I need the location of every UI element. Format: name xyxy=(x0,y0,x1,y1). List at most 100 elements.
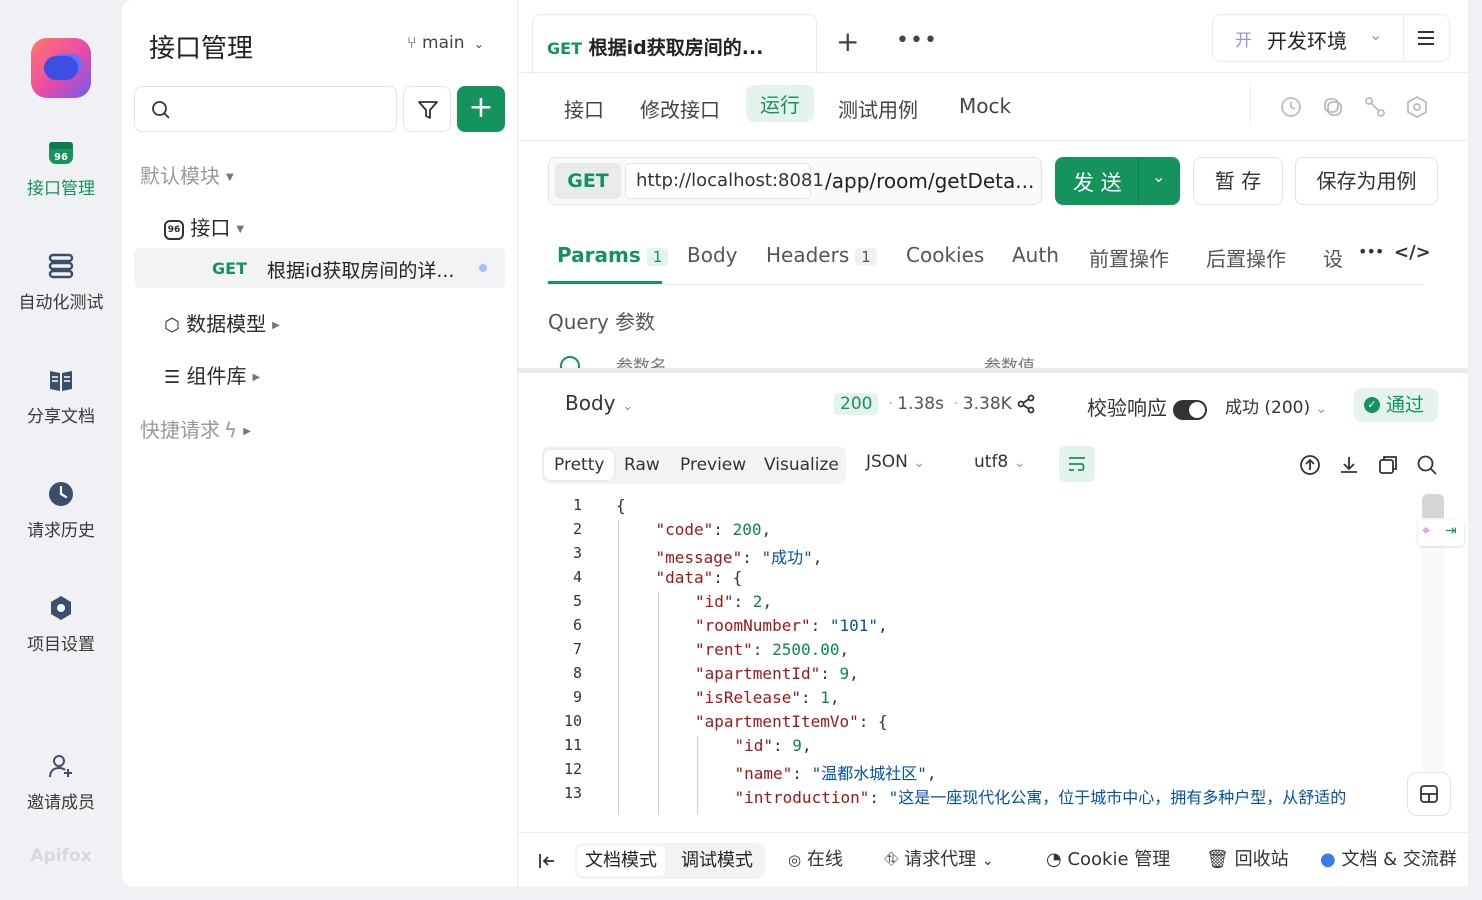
send-button[interactable]: 发 送 ⌄ xyxy=(1055,157,1180,205)
chevron-down-icon: ⌄ xyxy=(913,455,926,471)
cookie-manager[interactable]: ◔ Cookie 管理 xyxy=(1046,845,1170,871)
filter-button[interactable] xyxy=(403,86,451,132)
upload-icon[interactable] xyxy=(1299,454,1321,476)
response-result-select[interactable]: 成功 (200) ⌄ xyxy=(1225,393,1327,418)
tab-settings[interactable]: 设 xyxy=(1323,243,1343,272)
tab-count: 1 xyxy=(646,248,669,266)
collapse-sidebar-icon[interactable] xyxy=(538,852,556,870)
subtab-run[interactable]: 运行 xyxy=(746,85,814,122)
panel-resize-handle[interactable] xyxy=(518,368,1468,373)
add-button[interactable]: + xyxy=(457,86,505,132)
view-pretty[interactable]: Pretty xyxy=(544,450,615,480)
doc-mode-button[interactable]: 文档模式 xyxy=(577,846,665,876)
debug-mode-button[interactable]: 调试模式 xyxy=(673,846,761,876)
code-icon[interactable]: </> xyxy=(1394,242,1431,263)
subtab-api[interactable]: 接口 xyxy=(564,94,604,123)
view-visualize[interactable]: Visualize xyxy=(754,450,849,480)
rail-item-api[interactable]: 96 接口管理 xyxy=(0,138,122,199)
rail-item-history[interactable]: 请求历史 xyxy=(0,480,122,541)
response-code-editor[interactable]: 1 {2 "code": 200, 3 "message": "成功", 4 "data":… xyxy=(518,494,1468,814)
search-input[interactable] xyxy=(134,86,397,132)
tree-api-folder[interactable]: 96 接口 ▼ xyxy=(164,212,244,241)
clock-icon xyxy=(49,482,73,506)
chevron-down-icon[interactable]: ⌄ xyxy=(1152,167,1165,186)
branch-selector[interactable]: ⑂ main ⌄ xyxy=(407,33,484,53)
tab-active-request[interactable]: GET 根据id获取房间的... xyxy=(532,14,817,74)
request-proxy[interactable]: ⛗ 请求代理 ⌄ xyxy=(884,845,994,871)
method-select[interactable]: GET xyxy=(555,163,621,199)
rail-item-invite[interactable]: 邀请成员 xyxy=(0,752,122,813)
rail-item-share-docs[interactable]: 分享文档 xyxy=(0,366,122,427)
subtab-test-cases[interactable]: 测试用例 xyxy=(838,94,918,123)
url-bar[interactable]: GET http://localhost:8081 /app/room/getD… xyxy=(548,157,1042,205)
tab-pre-processors[interactable]: 前置操作 xyxy=(1089,243,1169,272)
settings-icon[interactable] xyxy=(1406,96,1428,118)
pass-label: 通过 xyxy=(1386,394,1425,416)
copy-icon[interactable] xyxy=(1377,454,1399,476)
online-status[interactable]: ◎ 在线 xyxy=(788,845,843,871)
line-number: 9 xyxy=(572,688,582,706)
subtab-edit-api[interactable]: 修改接口 xyxy=(640,94,720,123)
share-link-icon[interactable] xyxy=(1364,96,1386,118)
editor-floating-tools: ⌖ ⇥ xyxy=(1418,520,1464,546)
api-name: 根据id获取房间的详... xyxy=(267,260,455,282)
wrap-lines-button[interactable] xyxy=(1059,446,1095,482)
save-draft-button[interactable]: 暂 存 xyxy=(1193,157,1283,205)
response-body-select[interactable]: Body ⌄ xyxy=(565,391,634,415)
menu-icon[interactable] xyxy=(1417,30,1435,46)
trash-bin[interactable]: 🗑 回收站 xyxy=(1206,845,1289,871)
tree-components[interactable]: ☰ 组件库 ▶ xyxy=(164,360,260,389)
footer-label: 文档 & 交流群 xyxy=(1341,849,1457,870)
format-select[interactable]: JSON ⌄ xyxy=(866,452,925,472)
rail-label: 项目设置 xyxy=(27,635,95,655)
tree-quick-request[interactable]: 快捷请求 ϟ ▶ xyxy=(140,414,251,443)
col-param-value: 参数值 xyxy=(984,357,1035,368)
docs-community[interactable]: ● 文档 & 交流群 xyxy=(1320,845,1457,871)
unsaved-dot-icon xyxy=(479,264,487,272)
view-preview[interactable]: Preview xyxy=(670,450,756,480)
tab-cookies[interactable]: Cookies xyxy=(906,243,984,267)
chevron-down-icon: ⌄ xyxy=(1315,401,1328,417)
tab-body[interactable]: Body xyxy=(687,243,738,267)
environment-selector[interactable]: 开 开发环境 ⌄ xyxy=(1212,14,1450,62)
align-icon[interactable]: ⇥ xyxy=(1445,523,1457,539)
chevron-down-icon: ⌄ xyxy=(1369,25,1383,44)
tab-params[interactable]: Params 1 xyxy=(557,243,669,267)
layout-toggle-button[interactable] xyxy=(1407,772,1451,816)
more-tabs-button[interactable]: ••• xyxy=(896,28,938,53)
tab-auth[interactable]: Auth xyxy=(1012,243,1059,267)
caret-down-icon: ▼ xyxy=(236,224,245,235)
settings-icon xyxy=(51,596,71,620)
subtab-mock[interactable]: Mock xyxy=(959,94,1011,118)
tab-count: 1 xyxy=(855,248,877,266)
more-tabs-icon[interactable]: ••• xyxy=(1358,242,1384,261)
url-path-input[interactable]: /app/room/getDeta... xyxy=(825,169,1034,193)
rail-item-settings[interactable]: 项目设置 xyxy=(0,594,122,655)
save-as-case-button[interactable]: 保存为用例 xyxy=(1295,157,1438,205)
new-tab-button[interactable]: + xyxy=(836,28,859,56)
download-icon[interactable] xyxy=(1338,454,1360,476)
extract-icon[interactable]: ⌖ xyxy=(1422,523,1430,539)
tab-post-processors[interactable]: 后置操作 xyxy=(1206,243,1286,272)
tab-headers[interactable]: Headers 1 xyxy=(766,243,877,267)
history-icon[interactable] xyxy=(1280,96,1302,118)
pass-badge: 通过 xyxy=(1354,388,1438,422)
encoding-select[interactable]: utf8 ⌄ xyxy=(974,452,1025,472)
rail-item-automation[interactable]: 自动化测试 xyxy=(0,252,122,313)
tree-default-module[interactable]: 默认模块 ▼ xyxy=(140,160,234,189)
toggle-switch[interactable] xyxy=(1173,399,1208,420)
view-raw[interactable]: Raw xyxy=(614,450,670,480)
code-line: "introduction": "这是一座现代化公寓，位于城市中心，拥有多种户型… xyxy=(734,788,1347,807)
base-url[interactable]: http://localhost:8081 xyxy=(625,163,824,199)
tab-label: 后置操作 xyxy=(1206,247,1286,271)
tree-item-selected-api[interactable]: GET 根据id获取房间的详... xyxy=(134,248,505,288)
search-icon[interactable] xyxy=(1416,454,1438,476)
copy-icon[interactable] xyxy=(1322,96,1344,118)
query-params-title: Query 参数 xyxy=(548,310,656,334)
code-line: "data": { xyxy=(655,568,743,587)
tree-data-models[interactable]: ⬡ 数据模型 ▶ xyxy=(164,308,280,337)
share-icon[interactable] xyxy=(1016,394,1036,414)
select-all-checkbox[interactable] xyxy=(560,356,580,368)
validate-response-toggle[interactable]: 校验响应 xyxy=(1087,392,1208,421)
api-icon: 96 xyxy=(49,142,73,164)
